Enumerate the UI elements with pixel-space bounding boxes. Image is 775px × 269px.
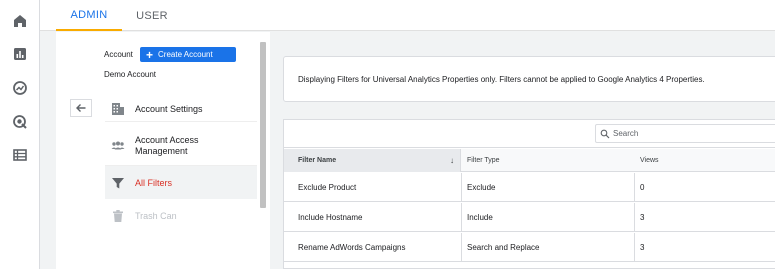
- search-icon: [600, 129, 610, 138]
- people-icon: [111, 139, 125, 153]
- create-account-label: Create Account: [158, 50, 213, 59]
- sort-down-icon: ↓: [450, 156, 454, 165]
- nav-item-trash-can[interactable]: Trash Can: [105, 202, 257, 230]
- advertising-icon[interactable]: [12, 114, 28, 130]
- filter-name-link[interactable]: Exclude Product: [298, 173, 356, 202]
- arrow-left-icon: [76, 104, 86, 112]
- trash-icon: [111, 209, 125, 223]
- nav-item-label: Account Access Management: [135, 134, 199, 156]
- reports-icon[interactable]: [12, 46, 28, 62]
- nav-item-label: Trash Can: [135, 211, 177, 221]
- create-account-button[interactable]: + Create Account: [140, 47, 236, 62]
- search-input[interactable]: [613, 129, 763, 138]
- filter-type-cell: Search and Replace: [467, 243, 540, 252]
- notice-text: Displaying Filters for Universal Analyti…: [298, 74, 705, 84]
- column-header-filter-name[interactable]: Filter Name ↓: [284, 149, 461, 172]
- column-divider: [634, 233, 635, 262]
- account-label: Account: [104, 50, 133, 59]
- column-header-views[interactable]: Views: [640, 149, 659, 172]
- back-button[interactable]: [70, 99, 92, 117]
- column-divider: [634, 173, 635, 202]
- table-header: Filter Name ↓ Filter Type Views: [284, 149, 775, 172]
- filter-name-link[interactable]: Rename AdWords Campaigns: [298, 233, 405, 262]
- filters-notice: Displaying Filters for Universal Analyti…: [283, 56, 775, 102]
- views-cell: 3: [640, 213, 645, 222]
- filter-type-cell: Include: [467, 213, 493, 222]
- nav-item-all-filters[interactable]: All Filters: [105, 166, 257, 199]
- filter-type-cell: Exclude: [467, 183, 496, 192]
- table-row[interactable]: Exclude Product Exclude 0: [284, 173, 775, 202]
- views-cell: 3: [640, 243, 645, 252]
- column-divider: [461, 173, 462, 202]
- home-icon[interactable]: [12, 13, 28, 29]
- column-divider: [461, 233, 462, 262]
- tab-user[interactable]: USER: [126, 0, 178, 31]
- filters-table: Filter Name ↓ Filter Type Views Exclude …: [283, 119, 775, 269]
- nav-item-label: All Filters: [135, 177, 173, 188]
- tab-admin[interactable]: ADMIN: [56, 0, 122, 31]
- nav-item-account-access-management[interactable]: Account Access Management: [105, 126, 257, 166]
- column-divider: [461, 203, 462, 232]
- nav-item-label: Account Settings: [135, 103, 203, 114]
- left-rail: [0, 0, 40, 269]
- views-cell: 0: [640, 183, 645, 192]
- configure-icon[interactable]: [12, 147, 28, 163]
- explore-icon[interactable]: [12, 80, 28, 96]
- building-icon: [111, 102, 125, 116]
- plus-icon: +: [146, 47, 154, 62]
- table-row[interactable]: Rename AdWords Campaigns Search and Repl…: [284, 233, 775, 262]
- account-name[interactable]: Demo Account: [104, 70, 156, 79]
- table-row[interactable]: Include Hostname Include 3: [284, 203, 775, 232]
- search-box[interactable]: [595, 124, 775, 143]
- filter-name-link[interactable]: Include Hostname: [298, 203, 362, 232]
- column-header-filter-type[interactable]: Filter Type: [467, 149, 500, 172]
- nav-item-account-settings[interactable]: Account Settings: [105, 96, 257, 122]
- column-scrollbar[interactable]: [260, 42, 266, 208]
- column-header-label: Filter Name: [298, 157, 337, 164]
- filter-icon: [111, 176, 125, 190]
- admin-account-column: Account + Create Account Demo Account Ac…: [56, 32, 270, 269]
- top-tab-bar: ADMIN USER: [40, 0, 775, 31]
- column-divider: [634, 203, 635, 232]
- table-search-bar: [284, 120, 775, 148]
